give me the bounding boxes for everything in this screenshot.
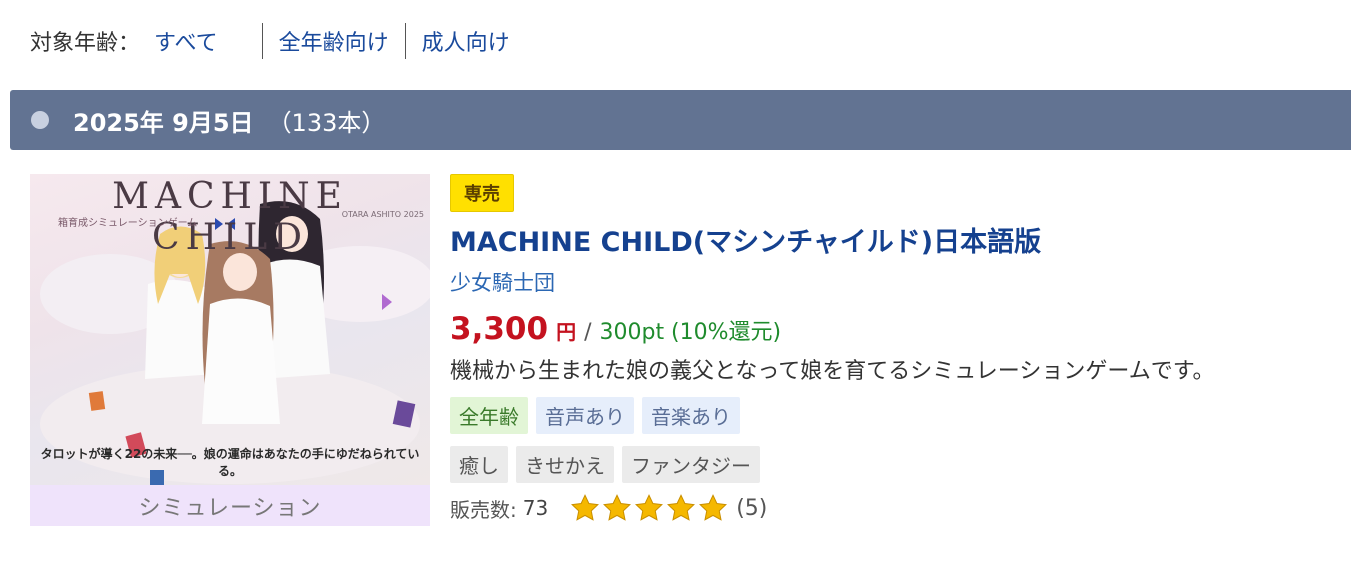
age-filter-label: 対象年齢： xyxy=(30,31,141,56)
tag-all-ages[interactable]: 全年齢 xyxy=(450,397,528,434)
product-thumbnail-link[interactable]: MACHINE CHILD 箱育成シミュレーションゲーム OTARA ASHIT… xyxy=(30,174,430,526)
points-value: 300pt (10%還元) xyxy=(599,320,782,345)
tag-dress-up[interactable]: きせかえ xyxy=(516,446,614,483)
tag-voice[interactable]: 音声あり xyxy=(536,397,634,434)
star-icon xyxy=(699,494,728,521)
bullet-icon xyxy=(31,111,49,129)
sales-value: 73 xyxy=(522,496,549,520)
date-header: 2025年 9月5日 （133本） xyxy=(10,90,1351,150)
tag-music[interactable]: 音楽あり xyxy=(642,397,740,434)
tag-healing[interactable]: 癒し xyxy=(450,446,508,483)
circle-name[interactable]: 少女騎士団 xyxy=(450,267,1330,297)
product-info: 専売 MACHINE CHILD(マシンチャイルド)日本語版 少女騎士団 3,3… xyxy=(450,174,1330,523)
review-count[interactable]: (5) xyxy=(736,496,767,521)
exclusive-badge: 専売 xyxy=(450,174,514,212)
tags-row-2: 癒し きせかえ ファンタジー xyxy=(450,446,1330,483)
sales-label: 販売数: xyxy=(450,497,517,522)
cover-caption: タロットが導く22の未来──。娘の運命はあなたの手にゆだねられている。 xyxy=(40,447,420,478)
genre-label[interactable]: シミュレーション xyxy=(30,485,430,526)
price-separator: / xyxy=(584,320,592,345)
divider xyxy=(261,23,263,59)
tags-row-1: 全年齢 音声あり 音楽あり xyxy=(450,397,1330,434)
star-icon xyxy=(603,494,632,521)
date-header-date: 2025年 9月5日 xyxy=(73,108,254,137)
age-filter-all-ages[interactable]: 全年齢向け xyxy=(279,25,389,57)
product-title[interactable]: MACHINE CHILD(マシンチャイルド)日本語版 xyxy=(450,220,1330,259)
age-filter: 対象年齢： すべて 全年齢向け 成人向け xyxy=(30,22,510,60)
age-filter-all[interactable]: すべて xyxy=(154,25,218,57)
tag-fantasy[interactable]: ファンタジー xyxy=(622,446,760,483)
rating-stars[interactable] xyxy=(570,493,728,523)
product-thumbnail[interactable]: MACHINE CHILD 箱育成シミュレーションゲーム OTARA ASHIT… xyxy=(30,174,430,485)
sales-row: 販売数: 73 (5) xyxy=(450,493,1330,523)
star-icon xyxy=(635,494,664,521)
cover-credit: OTARA ASHITO 2025 xyxy=(341,210,424,219)
price-value: 3,300 xyxy=(450,311,549,347)
product-description: 機械から生まれた娘の義父となって娘を育てるシミュレーションゲームです。 xyxy=(450,359,1215,384)
price-row: 3,300 円 / 300pt (10%還元) xyxy=(450,311,1330,347)
age-filter-adult[interactable]: 成人向け xyxy=(422,25,510,57)
star-icon xyxy=(667,494,696,521)
cover-subtitle: 箱育成シミュレーションゲーム xyxy=(58,218,198,229)
star-icon xyxy=(571,494,600,521)
price-currency: 円 xyxy=(556,320,577,344)
date-header-count: （133本） xyxy=(267,108,386,137)
divider xyxy=(404,23,406,59)
